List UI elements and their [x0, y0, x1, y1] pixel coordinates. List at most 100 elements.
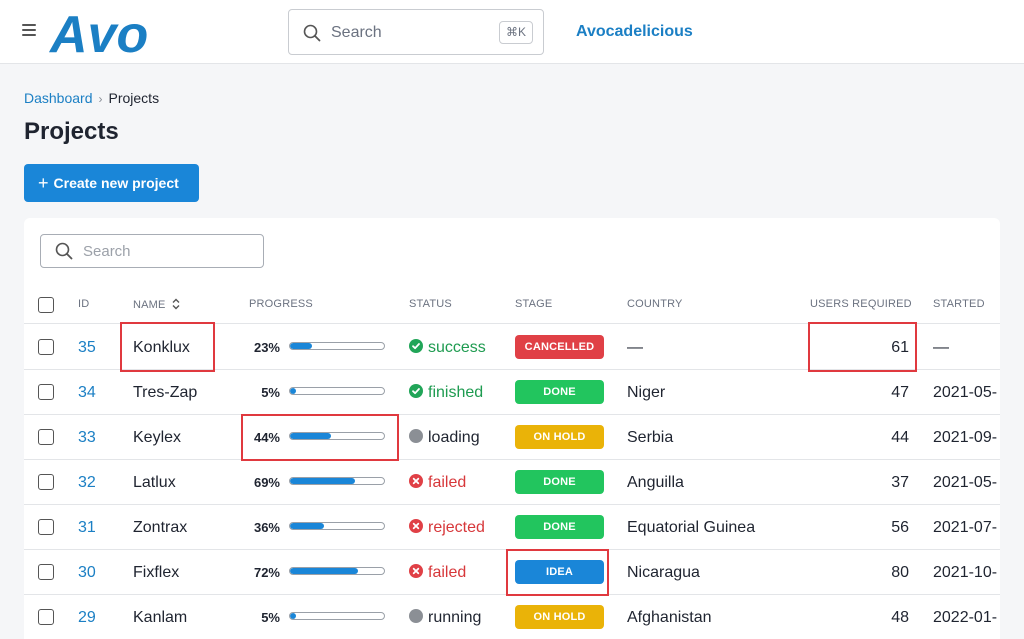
check-circle-icon — [409, 339, 423, 353]
row-progress-bar — [289, 612, 385, 620]
row-started: 2021-09- — [933, 429, 998, 446]
row-stage-badge: ON HOLD — [515, 605, 604, 629]
table-search-placeholder: Search — [83, 243, 131, 260]
row-country: — — [627, 339, 643, 356]
column-header-name[interactable]: NAME — [133, 298, 180, 311]
table-row[interactable]: 31 Zontrax 36% rejected DONE Equatorial Guine… — [24, 505, 1000, 550]
table-row[interactable]: 30 Fixflex 72% failed IDEA Nicaragua 80 2021-10… — [24, 550, 1000, 595]
row-name: Keylex — [133, 429, 182, 446]
check-circle-icon — [409, 384, 423, 398]
svg-text:Avo: Avo — [48, 6, 148, 58]
row-stage-badge: IDEA — [515, 560, 604, 584]
row-progress-percent: 5% — [261, 385, 280, 400]
table-row[interactable]: 32 Latlux 69% failed DONE Anguilla 37 2021-05- — [24, 460, 1000, 505]
row-status: running — [409, 609, 481, 627]
row-progress-percent: 69% — [253, 475, 280, 490]
row-name: Kanlam — [133, 609, 188, 626]
row-id-link[interactable]: 35 — [78, 339, 96, 357]
column-header-started: STARTED — [933, 298, 985, 310]
row-status: failed — [409, 474, 466, 492]
row-id-link[interactable]: 31 — [78, 519, 96, 537]
x-circle-icon — [409, 474, 423, 488]
row-users-required: 37 — [891, 474, 909, 491]
row-status: success — [409, 339, 486, 357]
plus-icon: + — [38, 173, 49, 193]
row-country: Nicaragua — [627, 564, 700, 581]
row-started: 2022-01- — [933, 609, 998, 626]
row-country: Niger — [627, 384, 666, 401]
search-shortcut-badge: ⌘K — [498, 21, 533, 44]
row-status: rejected — [409, 519, 485, 537]
row-id-link[interactable]: 29 — [78, 609, 96, 627]
row-country: Equatorial Guinea — [627, 519, 756, 536]
app-name-link[interactable]: Avocadelicious — [576, 23, 693, 41]
row-checkbox[interactable] — [38, 429, 54, 445]
row-checkbox[interactable] — [38, 339, 54, 355]
table-row[interactable]: 35 Konklux 23% success CANCELLED — 61 — — [24, 325, 1000, 370]
row-progress-percent: 44% — [253, 430, 280, 445]
page-title: Projects — [24, 118, 119, 145]
row-id-link[interactable]: 30 — [78, 564, 96, 582]
hamburger-menu-icon[interactable] — [22, 24, 36, 36]
row-checkbox[interactable] — [38, 609, 54, 625]
row-users-required: 61 — [891, 339, 909, 356]
gray-dot-icon — [409, 429, 423, 443]
sort-icon — [172, 298, 180, 310]
row-started: 2021-10- — [933, 564, 998, 581]
x-circle-icon — [409, 564, 423, 578]
row-users-required: 80 — [891, 564, 909, 581]
create-new-project-button[interactable]: + Create new project — [24, 164, 199, 202]
table-row[interactable]: 33 Keylex 44% loading ON HOLD Serbia 44 2021-09… — [24, 415, 1000, 460]
row-status: loading — [409, 429, 480, 447]
top-navbar: Avo Search ⌘K Avocadelicious — [0, 0, 1024, 64]
x-circle-icon — [409, 519, 423, 533]
row-started: 2021-05- — [933, 474, 998, 491]
search-icon — [55, 242, 73, 260]
row-checkbox[interactable] — [38, 519, 54, 535]
breadcrumb-dashboard-link[interactable]: Dashboard — [24, 90, 93, 106]
create-button-label: Create new project — [53, 175, 179, 191]
column-header-id[interactable]: ID — [78, 298, 89, 310]
row-progress-percent: 5% — [261, 610, 280, 625]
global-search-input[interactable]: Search ⌘K — [288, 9, 544, 55]
row-progress-bar — [289, 567, 385, 575]
table-row[interactable]: 34 Tres-Zap 5% finished DONE Niger 47 2021-05- — [24, 370, 1000, 415]
search-icon — [303, 24, 321, 42]
row-stage-badge: DONE — [515, 380, 604, 404]
column-header-status: STATUS — [409, 298, 452, 310]
row-progress-bar — [289, 477, 385, 485]
select-all-checkbox[interactable] — [38, 297, 54, 313]
row-stage-badge: CANCELLED — [515, 335, 604, 359]
row-status: failed — [409, 564, 466, 582]
row-started: 2021-05- — [933, 384, 998, 401]
row-id-link[interactable]: 34 — [78, 384, 96, 402]
table-search-input[interactable]: Search — [40, 234, 264, 268]
row-name: Fixflex — [133, 564, 180, 581]
row-checkbox[interactable] — [38, 384, 54, 400]
row-progress-percent: 36% — [253, 520, 280, 535]
row-users-required: 44 — [891, 429, 909, 446]
row-name: Konklux — [133, 339, 190, 356]
row-started: 2021-07- — [933, 519, 998, 536]
row-users-required: 48 — [891, 609, 909, 626]
table-header: ID NAME PROGRESS STATUS STAGE COUNTRY US… — [24, 290, 1000, 324]
row-id-link[interactable]: 33 — [78, 429, 96, 447]
row-progress-bar — [289, 387, 385, 395]
row-country: Afghanistan — [627, 609, 712, 626]
chevron-right-icon: › — [98, 92, 103, 106]
column-header-country: COUNTRY — [627, 298, 683, 310]
search-placeholder: Search — [331, 24, 382, 41]
breadcrumb: Dashboard › Projects — [24, 90, 159, 106]
table-row[interactable]: 29 Kanlam 5% running ON HOLD Afghanistan 48 202… — [24, 595, 1000, 639]
row-progress-bar — [289, 342, 385, 350]
row-country: Serbia — [627, 429, 674, 446]
column-header-progress: PROGRESS — [249, 298, 313, 310]
breadcrumb-current: Projects — [108, 90, 160, 106]
avo-logo[interactable]: Avo — [48, 6, 166, 58]
row-stage-badge: ON HOLD — [515, 425, 604, 449]
row-users-required: 56 — [891, 519, 909, 536]
row-progress-bar — [289, 432, 385, 440]
row-checkbox[interactable] — [38, 564, 54, 580]
row-id-link[interactable]: 32 — [78, 474, 96, 492]
row-checkbox[interactable] — [38, 474, 54, 490]
